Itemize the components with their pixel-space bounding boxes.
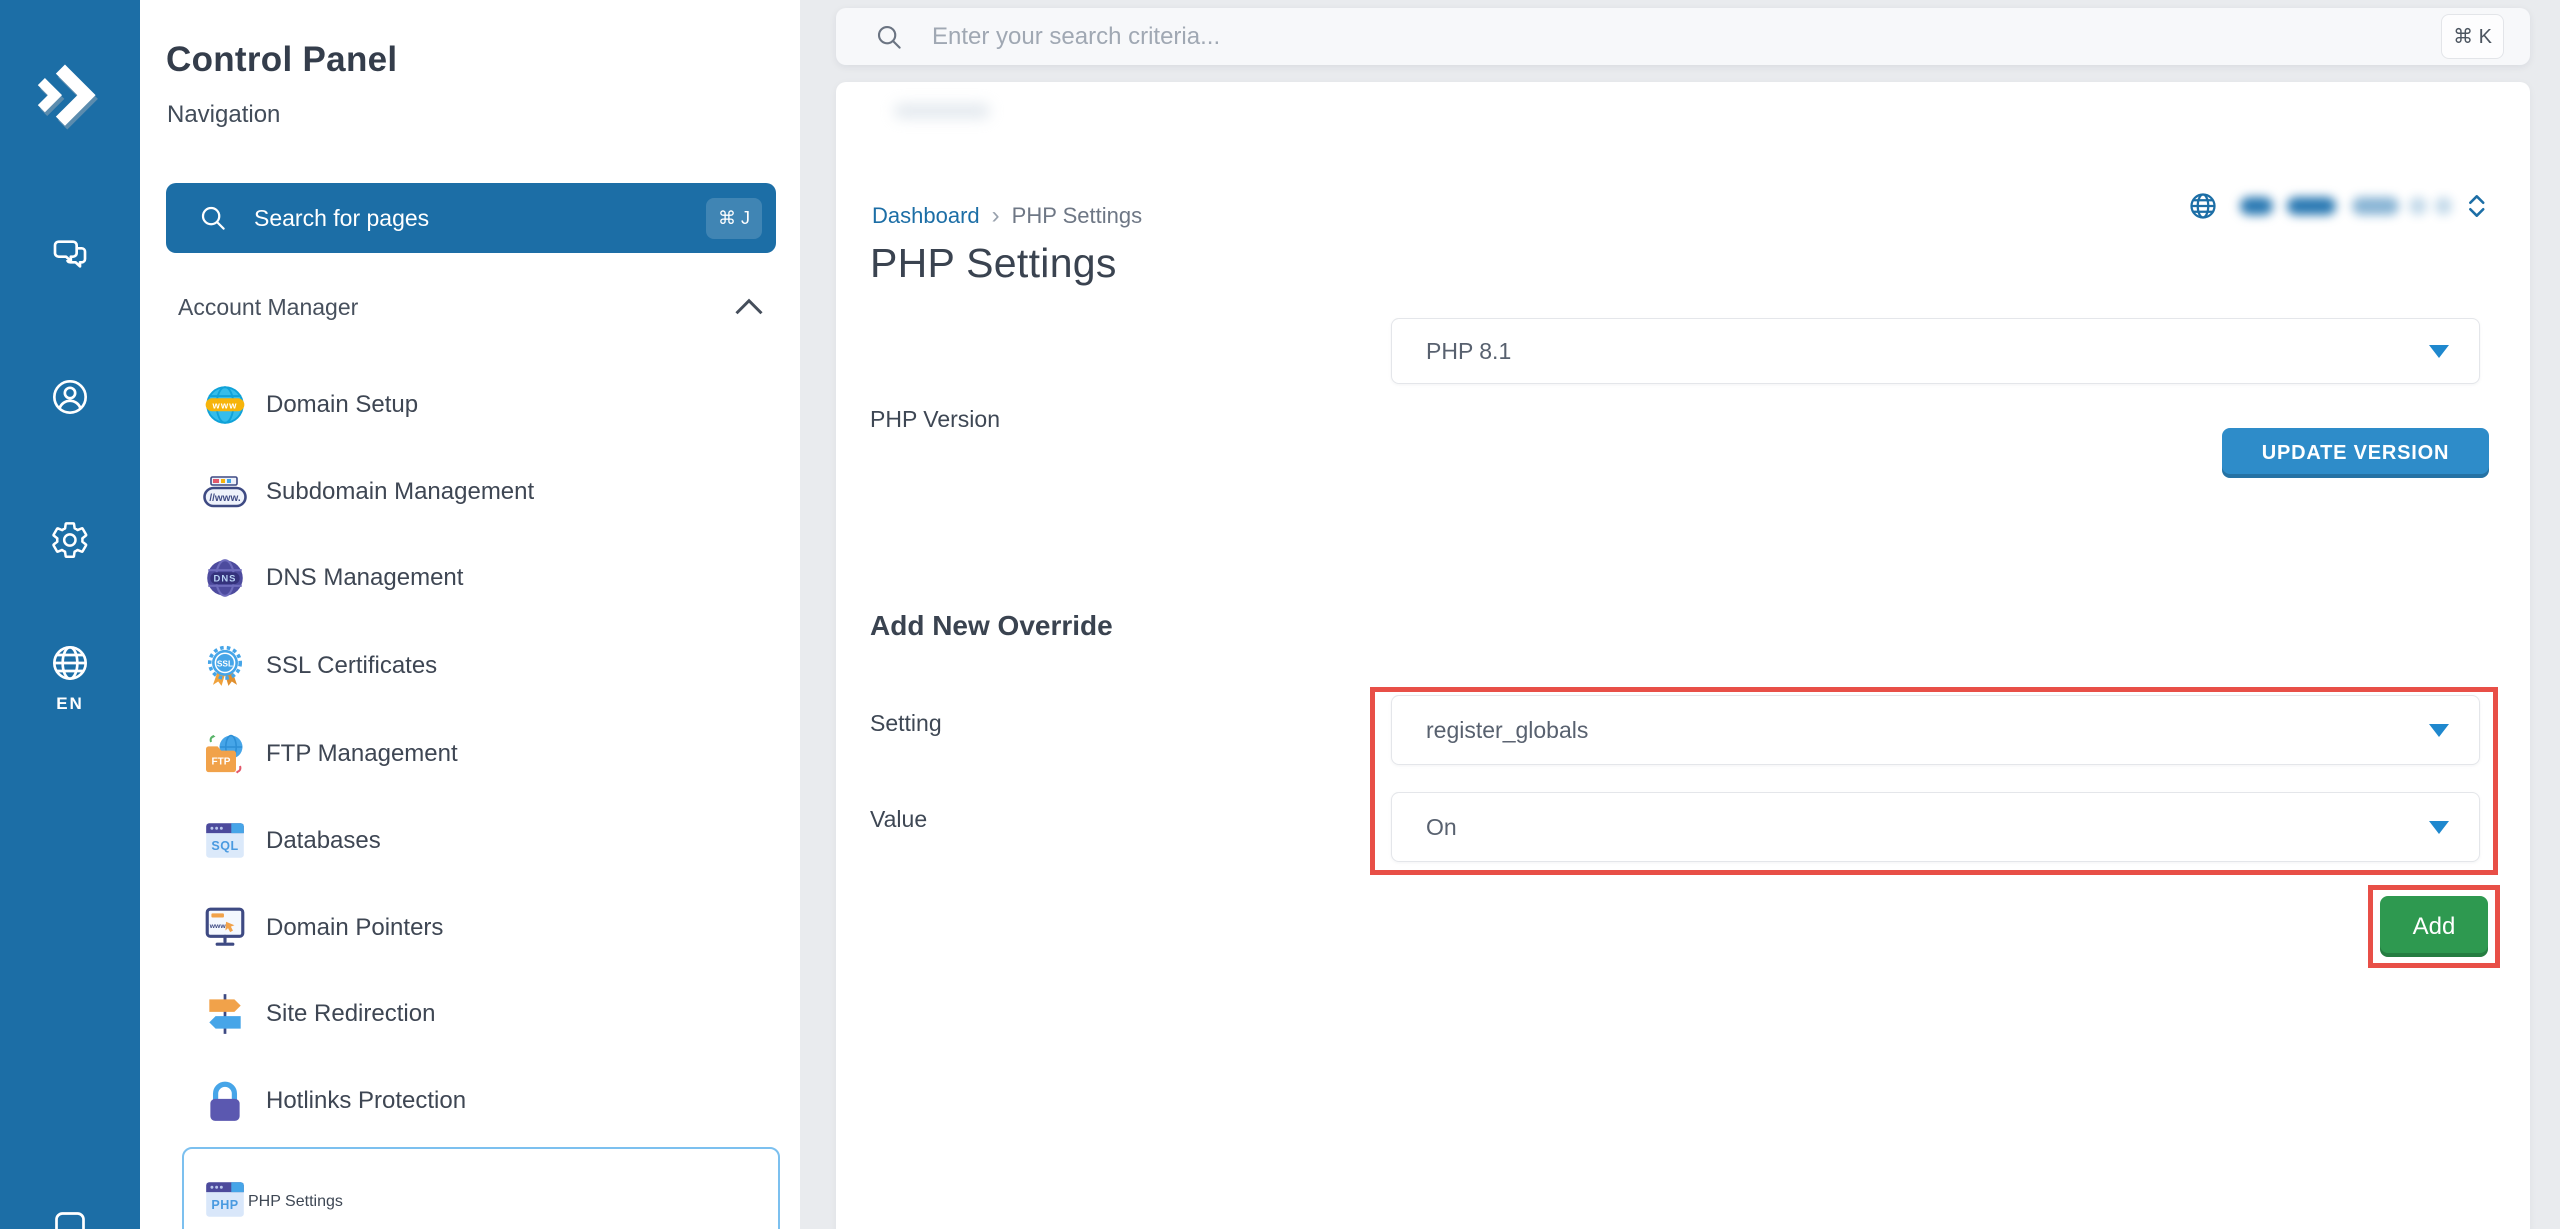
sidebar-item-subdomain-management[interactable]: //www. Subdomain Management: [182, 462, 782, 522]
sidebar-item-label: Domain Pointers: [266, 914, 443, 942]
sidebar-item-domain-setup[interactable]: www Domain Setup: [182, 375, 782, 435]
caret-down-icon: [2429, 821, 2449, 834]
chevron-up-down-icon: [2466, 193, 2488, 219]
main-content: ⌘ K Dashboard › PHP Settings: [800, 0, 2560, 1229]
panel-title: Control Panel: [166, 40, 397, 80]
redacted-smudge: [894, 104, 990, 118]
user-account-icon[interactable]: [50, 377, 90, 417]
annotation-highlight-add: Add: [2368, 885, 2500, 968]
svg-text:SSL: SSL: [217, 658, 233, 668]
breadcrumb-dashboard-link[interactable]: Dashboard: [872, 203, 980, 229]
sidebar: Control Panel Navigation Search for page…: [140, 0, 800, 1229]
search-icon: [198, 203, 228, 233]
php-version-value: PHP 8.1: [1426, 338, 2429, 365]
redacted-domain-text: [2409, 197, 2427, 215]
sidebar-item-label: Site Redirection: [266, 1000, 435, 1028]
ssl-certificates-icon: SSL: [202, 643, 248, 689]
redacted-domain-text: [2352, 197, 2399, 215]
global-search-bar: ⌘ K: [836, 8, 2530, 65]
breadcrumb-separator: ›: [992, 202, 1000, 230]
panel-subtitle: Navigation: [167, 101, 280, 129]
search-icon: [874, 22, 904, 52]
global-search-input[interactable]: [932, 23, 2441, 51]
domain-setup-icon: www: [202, 382, 248, 428]
php-version-dropdown[interactable]: PHP 8.1: [1391, 318, 2480, 384]
php-settings-icon: PHP: [202, 1177, 248, 1228]
sidebar-item-label: DNS Management: [266, 564, 463, 592]
breadcrumb-current: PHP Settings: [1012, 203, 1142, 229]
caret-down-icon: [2429, 345, 2449, 358]
ftp-management-icon: FTP: [202, 731, 248, 777]
php-settings-panel: Dashboard › PHP Settings PHP S: [836, 82, 2530, 1229]
directadmin-logo-icon[interactable]: [27, 50, 113, 136]
rail-bottom-partial-icon[interactable]: [52, 1209, 88, 1229]
setting-label: Setting: [870, 710, 942, 737]
setting-value: register_globals: [1426, 717, 2429, 744]
svg-text:SQL: SQL: [211, 839, 238, 853]
sidebar-item-ssl-certificates[interactable]: SSL SSL Certificates: [182, 636, 782, 696]
sidebar-section-account-manager[interactable]: Account Manager: [178, 288, 764, 326]
svg-text:FTP: FTP: [212, 757, 231, 768]
subdomain-management-icon: //www.: [202, 469, 248, 515]
databases-icon: SQL: [202, 818, 248, 864]
redacted-domain-text: [2287, 197, 2336, 215]
svg-text:DNS: DNS: [214, 573, 237, 584]
settings-gear-icon[interactable]: [50, 520, 90, 560]
sidebar-item-label: SSL Certificates: [266, 652, 437, 680]
sidebar-item-label: Hotlinks Protection: [266, 1087, 466, 1115]
sidebar-item-site-redirection[interactable]: Site Redirection: [182, 984, 782, 1044]
language-switcher[interactable]: EN: [0, 643, 140, 714]
value-dropdown[interactable]: On: [1391, 792, 2480, 862]
svg-text:www: www: [209, 923, 227, 930]
language-code: EN: [0, 694, 140, 714]
svg-text://www.: //www.: [209, 493, 241, 504]
sidebar-item-label: Databases: [266, 827, 381, 855]
update-version-button[interactable]: UPDATE VERSION: [2222, 428, 2489, 478]
redacted-domain-text: [2435, 197, 2453, 215]
sidebar-item-label: Subdomain Management: [266, 478, 534, 506]
support-chat-icon[interactable]: [50, 235, 90, 275]
sidebar-item-hotlinks-protection[interactable]: Hotlinks Protection: [182, 1071, 782, 1131]
setting-dropdown[interactable]: register_globals: [1391, 695, 2480, 765]
site-redirection-icon: [202, 991, 248, 1037]
add-button[interactable]: Add: [2380, 896, 2488, 957]
sidebar-item-databases[interactable]: SQL Databases: [182, 811, 782, 871]
hotlinks-protection-icon: [202, 1078, 248, 1124]
sidebar-item-label: PHP Settings: [248, 1193, 343, 1211]
sidebar-item-dns-management[interactable]: DNS DNS Management: [182, 548, 782, 608]
app-root: EN Control Panel Navigation Search for p…: [0, 0, 2560, 1229]
sidebar-item-label: FTP Management: [266, 740, 458, 768]
redacted-domain-text: [2240, 197, 2273, 215]
value-label: Value: [870, 806, 927, 833]
language-globe-icon: [50, 643, 90, 683]
sidebar-item-php-settings[interactable]: PHP PHP Settings: [182, 1147, 780, 1229]
dns-management-icon: DNS: [202, 555, 248, 601]
caret-down-icon: [2429, 724, 2449, 737]
domain-pointers-icon: www: [202, 905, 248, 951]
breadcrumb: Dashboard › PHP Settings: [872, 202, 1142, 230]
shortcut-badge-cmd-k: ⌘ K: [2441, 14, 2504, 59]
icon-rail: EN: [0, 0, 140, 1229]
section-label: Account Manager: [178, 294, 358, 321]
sidebar-item-label: Domain Setup: [266, 391, 418, 419]
sidebar-search-button[interactable]: Search for pages ⌘ J: [166, 183, 776, 253]
shortcut-badge-cmd-j: ⌘ J: [706, 198, 762, 239]
sidebar-search-label: Search for pages: [254, 205, 706, 232]
chevron-up-icon: [734, 298, 764, 316]
svg-text:PHP: PHP: [211, 1197, 238, 1211]
globe-icon: [2188, 191, 2218, 221]
svg-text:www: www: [211, 399, 237, 410]
page-title: PHP Settings: [870, 240, 1117, 287]
php-version-label: PHP Version: [870, 406, 1000, 433]
sidebar-item-domain-pointers[interactable]: www Domain Pointers: [182, 898, 782, 958]
domain-account-selector[interactable]: [2188, 184, 2488, 228]
override-section-heading: Add New Override: [870, 610, 1113, 642]
sidebar-item-ftp-management[interactable]: FTP FTP Management: [182, 724, 782, 784]
value-value: On: [1426, 814, 2429, 841]
